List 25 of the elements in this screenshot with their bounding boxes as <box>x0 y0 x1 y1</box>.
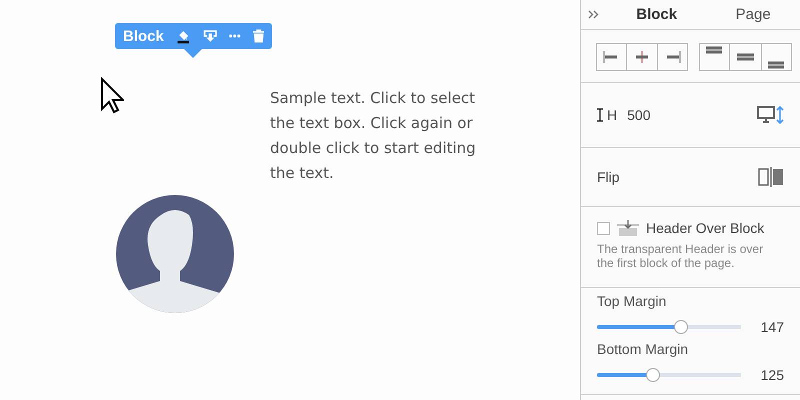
collapse-icon[interactable] <box>588 10 599 19</box>
download-icon[interactable] <box>202 28 218 44</box>
block-label: Block <box>123 28 164 44</box>
slider-thumb[interactable] <box>674 320 688 334</box>
panel-tab[interactable]: Block <box>636 6 678 23</box>
header-over-block-label: Header Over Block <box>646 220 764 236</box>
header-over-block-checkbox[interactable] <box>597 222 610 234</box>
flip-label: Flip <box>597 169 620 185</box>
margin-value: 125 <box>760 366 784 382</box>
cursor-icon <box>100 77 124 115</box>
margin-label: Top Margin <box>597 293 668 311</box>
margin-label: Bottom Margin <box>597 341 690 359</box>
panel-tab[interactable]: Page <box>736 6 771 23</box>
margin-value: 147 <box>760 318 784 334</box>
text-cursor-icon <box>597 108 603 122</box>
header-download-icon <box>616 220 640 236</box>
height-value[interactable]: 500 <box>627 107 650 123</box>
sample-text[interactable]: Sample text. Click to select the text box. Click again or double click to start editing the text. <box>270 86 480 186</box>
flip-icon[interactable] <box>758 167 784 187</box>
header-description: The transparent Header is over the first block of the page. <box>597 242 764 270</box>
monitor-resize-icon[interactable] <box>757 106 784 124</box>
more-icon[interactable] <box>229 34 241 38</box>
trash-icon[interactable] <box>252 28 264 44</box>
height-label: H <box>607 107 618 123</box>
slider-thumb[interactable] <box>646 368 660 382</box>
